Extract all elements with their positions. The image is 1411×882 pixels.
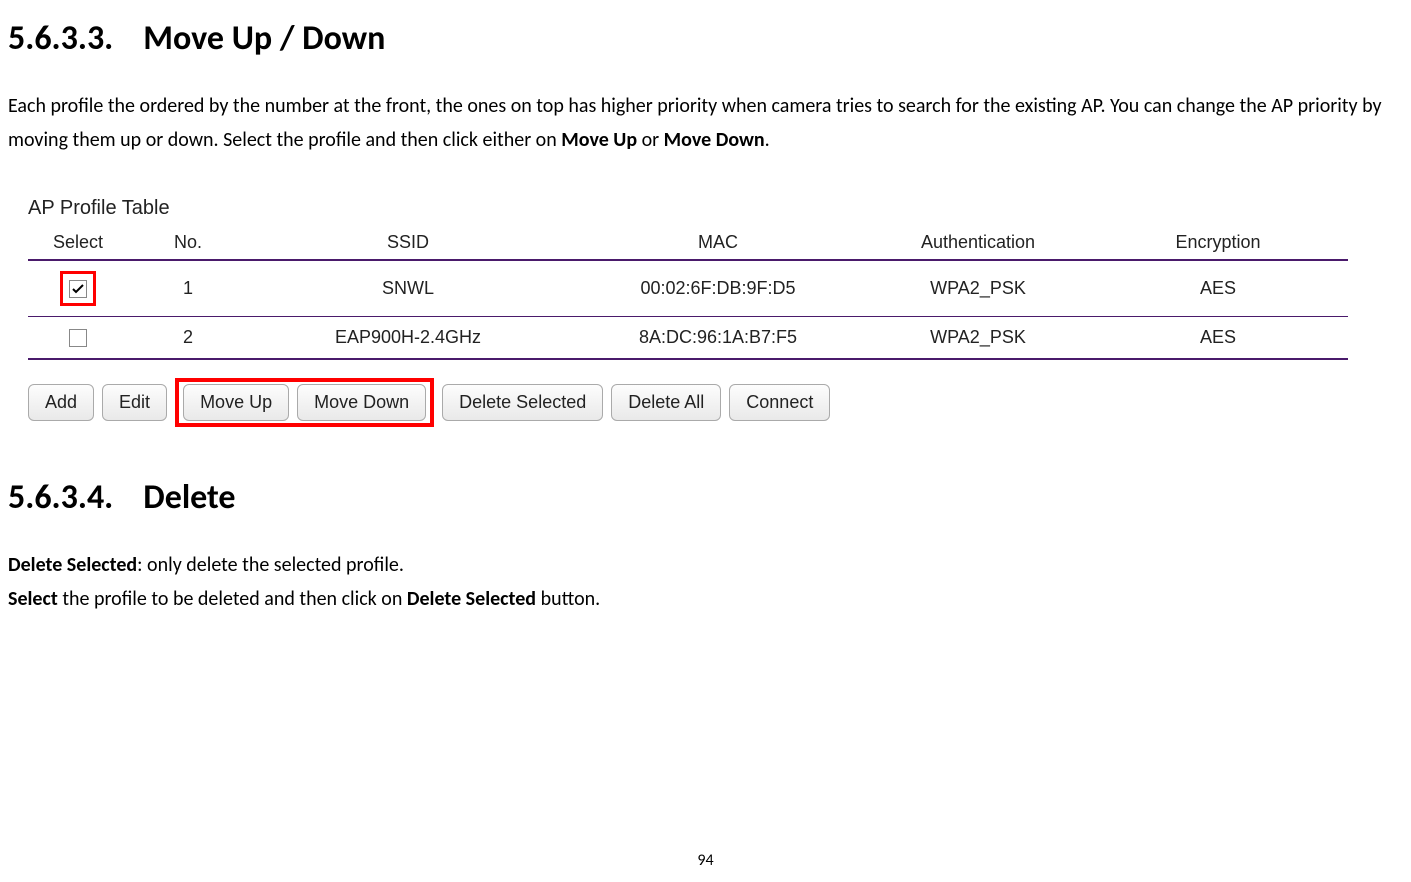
col-auth: Authentication xyxy=(868,226,1088,260)
cell-no: 2 xyxy=(128,317,248,360)
select-cell xyxy=(28,260,128,317)
checkbox-checked[interactable] xyxy=(69,280,87,298)
para-text: : only delete the selected profile. xyxy=(137,553,404,577)
add-button[interactable]: Add xyxy=(28,384,94,421)
col-enc: Encryption xyxy=(1088,226,1348,260)
cell-auth: WPA2_PSK xyxy=(868,317,1088,360)
para-bold-move-up: Move Up xyxy=(561,128,637,152)
col-ssid: SSID xyxy=(248,226,568,260)
section-number: 5.6.3.3. xyxy=(8,18,113,59)
para-bold-move-down: Move Down xyxy=(664,128,765,152)
table-header-row: Select No. SSID MAC Authentication Encry… xyxy=(28,226,1348,260)
edit-button[interactable]: Edit xyxy=(102,384,167,421)
move-up-button[interactable]: Move Up xyxy=(183,384,289,421)
section-heading-move-up-down: 5.6.3.3. Move Up / Down xyxy=(8,18,1403,59)
cell-enc: AES xyxy=(1088,260,1348,317)
para-text: the profile to be deleted and then click… xyxy=(58,587,407,611)
section-number: 5.6.3.4. xyxy=(8,477,113,518)
section-title: Move Up / Down xyxy=(143,18,385,59)
highlight-box xyxy=(60,271,96,306)
para-text: . xyxy=(765,128,770,152)
checkbox-unchecked[interactable] xyxy=(69,329,87,347)
move-down-button[interactable]: Move Down xyxy=(297,384,426,421)
table-row: 2 EAP900H-2.4GHz 8A:DC:96:1A:B7:F5 WPA2_… xyxy=(28,317,1348,360)
cell-mac: 00:02:6F:DB:9F:D5 xyxy=(568,260,868,317)
section-title: Delete xyxy=(143,477,235,518)
delete-all-button[interactable]: Delete All xyxy=(611,384,721,421)
cell-mac: 8A:DC:96:1A:B7:F5 xyxy=(568,317,868,360)
cell-no: 1 xyxy=(128,260,248,317)
cell-ssid: SNWL xyxy=(248,260,568,317)
para-text: button. xyxy=(536,587,600,611)
para-bold-delete-selected: Delete Selected xyxy=(8,553,137,577)
para-bold-delete-selected-2: Delete Selected xyxy=(407,587,536,611)
ap-profile-table: Select No. SSID MAC Authentication Encry… xyxy=(28,226,1348,360)
section-heading-delete: 5.6.3.4. Delete xyxy=(8,477,1403,518)
section1-paragraph: Each profile the ordered by the number a… xyxy=(8,89,1403,157)
page-number: 94 xyxy=(697,851,713,870)
cell-auth: WPA2_PSK xyxy=(868,260,1088,317)
button-row: Add Edit Move Up Move Down Delete Select… xyxy=(28,378,1348,427)
table-row: 1 SNWL 00:02:6F:DB:9F:D5 WPA2_PSK AES xyxy=(28,260,1348,317)
col-no: No. xyxy=(128,226,248,260)
delete-selected-button[interactable]: Delete Selected xyxy=(442,384,603,421)
ap-profile-screenshot: AP Profile Table Select No. SSID MAC Aut… xyxy=(28,197,1348,427)
connect-button[interactable]: Connect xyxy=(729,384,830,421)
table-title: AP Profile Table xyxy=(28,197,1348,220)
section2-paragraph: Delete Selected: only delete the selecte… xyxy=(8,548,1403,616)
para-text: or xyxy=(637,128,664,152)
cell-enc: AES xyxy=(1088,317,1348,360)
checkmark-icon xyxy=(72,284,84,294)
select-cell xyxy=(28,317,128,360)
col-mac: MAC xyxy=(568,226,868,260)
highlight-box: Move Up Move Down xyxy=(175,378,434,427)
cell-ssid: EAP900H-2.4GHz xyxy=(248,317,568,360)
col-select: Select xyxy=(28,226,128,260)
para-bold-select: Select xyxy=(8,587,58,611)
